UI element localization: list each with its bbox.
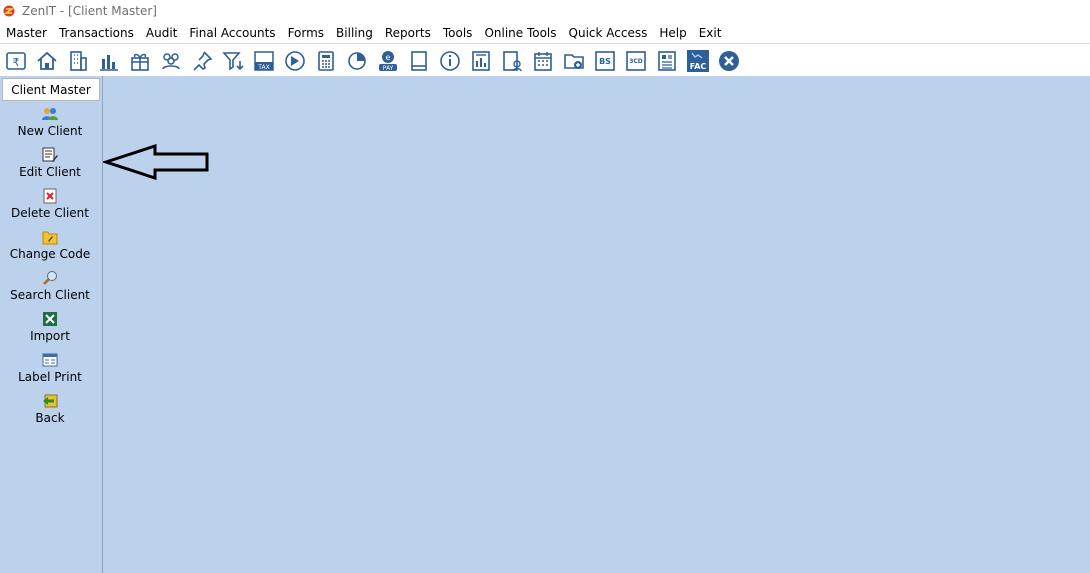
gift-icon[interactable] [126, 47, 154, 75]
back-icon [43, 394, 58, 408]
menu-final-accounts[interactable]: Final Accounts [183, 26, 281, 40]
info-icon[interactable] [436, 47, 464, 75]
sidebar-item-label: Search Client [10, 288, 90, 302]
rupee-book-icon[interactable]: ₹ [2, 47, 30, 75]
menu-forms[interactable]: Forms [282, 26, 330, 40]
sidebar-item-label: Import [30, 329, 70, 343]
svg-text:₹: ₹ [13, 56, 20, 69]
close-circle-icon[interactable] [715, 47, 743, 75]
sidebar-item-label-print[interactable]: Label Print [0, 347, 100, 388]
menu-exit[interactable]: Exit [693, 26, 728, 40]
main-content-area [103, 76, 1090, 573]
user-doc-icon[interactable] [498, 47, 526, 75]
toolbar: ₹ TAX e PAY BS 3CD FAC [0, 45, 1090, 76]
3cd-icon[interactable]: 3CD [622, 47, 650, 75]
sidebar-item-change-code[interactable]: Change Code [0, 224, 100, 265]
group-icon[interactable] [157, 47, 185, 75]
menu-transactions[interactable]: Transactions [53, 26, 140, 40]
bar-chart-icon[interactable] [95, 47, 123, 75]
menu-master[interactable]: Master [0, 26, 53, 40]
report-chart-icon[interactable] [467, 47, 495, 75]
menu-help[interactable]: Help [653, 26, 692, 40]
sidebar-item-label: Edit Client [19, 165, 81, 179]
filter-icon[interactable] [219, 47, 247, 75]
sidebar-item-label: Label Print [18, 370, 82, 384]
folder-add-icon[interactable] [560, 47, 588, 75]
app-logo-icon [3, 5, 15, 17]
sidebar-item-delete-client[interactable]: Delete Client [0, 183, 100, 224]
edit-icon [42, 147, 58, 162]
menu-quick-access[interactable]: Quick Access [563, 26, 654, 40]
sidebar-item-search-client[interactable]: Search Client [0, 265, 100, 306]
sidebar-item-back[interactable]: Back [0, 388, 100, 429]
sidebar-item-label: Change Code [9, 247, 91, 261]
label-icon [42, 353, 58, 367]
pointer-arrow-icon [103, 144, 209, 181]
pie-icon[interactable] [343, 47, 371, 75]
search-icon [43, 271, 57, 285]
delete-icon [43, 188, 57, 204]
sidebar-item-label: Delete Client [11, 206, 89, 220]
excel-icon [43, 312, 57, 326]
svg-text:PAY: PAY [383, 65, 394, 72]
svg-text:FAC: FAC [690, 62, 707, 71]
sidebar-item-edit-client[interactable]: Edit Client [0, 142, 100, 183]
sidebar: Client Master New Client Edit Client Del… [0, 76, 103, 573]
sidebar-item-import[interactable]: Import [0, 306, 100, 347]
building-icon[interactable] [64, 47, 92, 75]
sidebar-item-label: New Client [17, 124, 83, 138]
svg-text:TAX: TAX [257, 64, 269, 71]
home-icon[interactable] [33, 47, 61, 75]
menu-tools[interactable]: Tools [437, 26, 479, 40]
menu-billing[interactable]: Billing [330, 26, 379, 40]
fac-icon[interactable]: FAC [684, 47, 712, 75]
book-icon[interactable] [405, 47, 433, 75]
svg-text:3CD: 3CD [629, 58, 643, 65]
svg-text:e: e [386, 53, 391, 62]
sidebar-item-new-client[interactable]: New Client [0, 101, 100, 142]
window-title: ZenIT - [Client Master] [22, 4, 157, 18]
tax-icon[interactable]: TAX [250, 47, 278, 75]
title-bar: ZenIT - [Client Master] [0, 0, 1090, 22]
menu-reports[interactable]: Reports [379, 26, 437, 40]
pin-icon[interactable] [188, 47, 216, 75]
bs-icon[interactable]: BS [591, 47, 619, 75]
change-code-icon [42, 231, 58, 245]
calendar-icon[interactable] [529, 47, 557, 75]
e-pay-icon[interactable]: e PAY [374, 47, 402, 75]
menu-bar: Master Transactions Audit Final Accounts… [0, 23, 1090, 44]
calculator-icon[interactable] [312, 47, 340, 75]
disc-icon[interactable] [281, 47, 309, 75]
users-icon [42, 108, 58, 120]
menu-audit[interactable]: Audit [140, 26, 183, 40]
ledger-icon[interactable] [653, 47, 681, 75]
menu-online-tools[interactable]: Online Tools [478, 26, 562, 40]
sidebar-item-label: Back [35, 411, 65, 425]
svg-text:BS: BS [599, 57, 611, 66]
sidebar-header: Client Master [2, 78, 100, 101]
